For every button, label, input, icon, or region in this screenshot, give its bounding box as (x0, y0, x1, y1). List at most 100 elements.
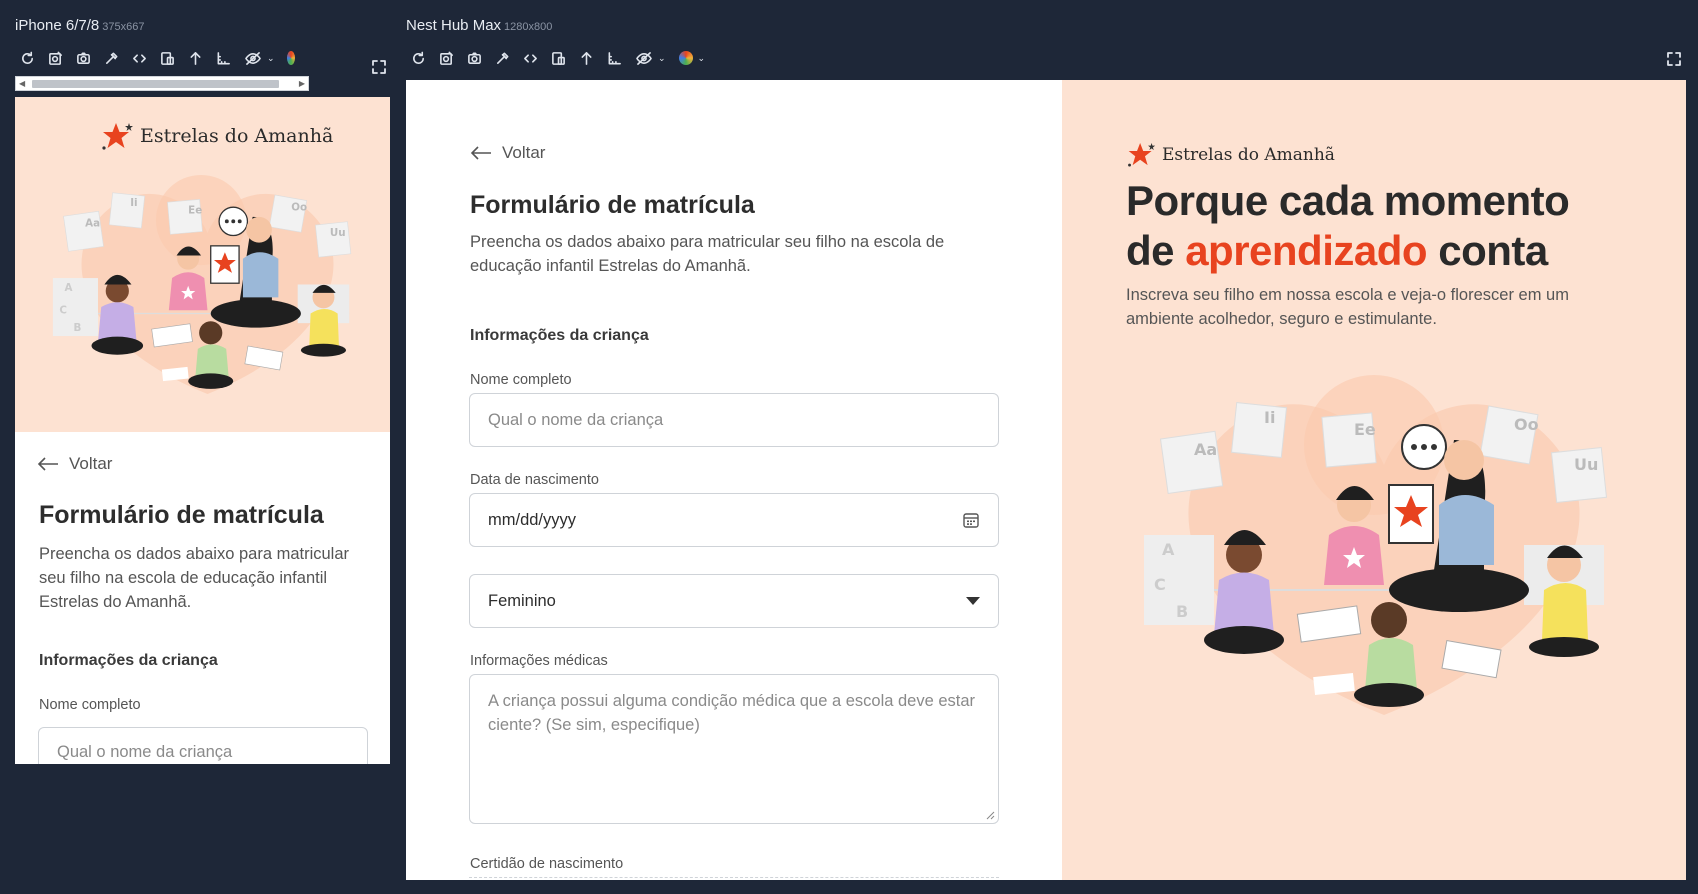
hero-title-segment: conta (1427, 227, 1548, 274)
medical-info-textarea[interactable]: A criança possui alguma condição médica … (469, 674, 999, 824)
page-title: Formulário de matrícula (39, 501, 324, 529)
children-classroom-illustration: Aa Ii Ee Oo Uu A C B (1144, 375, 1608, 715)
back-label: Voltar (502, 143, 546, 162)
block-letter: C (1154, 575, 1166, 594)
medical-placeholder: A criança possui alguma condição médica … (488, 692, 976, 734)
arrow-up-icon[interactable] (187, 50, 203, 66)
expand-icon[interactable] (1666, 51, 1682, 67)
camera-icon[interactable] (75, 50, 91, 66)
scroll-left-icon[interactable]: ◀ (19, 79, 25, 88)
card-letter: Ii (130, 197, 137, 209)
screenshot-edit-icon[interactable] (438, 50, 454, 66)
hero-heading: Porque cada momento de aprendizado conta (1126, 176, 1666, 276)
device-title-iphone: iPhone 6/7/8 375x667 (15, 17, 144, 34)
horizontal-scrollbar[interactable]: ◀ ▶ (15, 76, 309, 91)
refresh-icon[interactable] (19, 50, 35, 66)
device-dims: 1280x800 (504, 21, 553, 33)
star-logo-icon (1128, 143, 1156, 167)
hero-subtitle: Inscreva seu filho em nossa escola e vej… (1126, 286, 1569, 328)
card-letter: Uu (330, 227, 346, 239)
hero-title-segment: de (1126, 227, 1186, 274)
block-letter: B (74, 322, 82, 334)
back-link[interactable]: Voltar (37, 454, 112, 474)
ruler-icon[interactable] (215, 50, 231, 66)
block-letter: A (64, 282, 72, 294)
arrow-up-icon[interactable] (578, 50, 594, 66)
name-label: Nome completo (39, 697, 141, 713)
expand-icon[interactable] (371, 59, 387, 75)
calendar-icon[interactable] (962, 511, 980, 529)
birth-certificate-upload[interactable] (469, 877, 999, 880)
hero-title-line2: de aprendizado conta (1126, 226, 1666, 276)
hero-title-accent: aprendizado (1185, 227, 1428, 274)
color-wheel-icon[interactable] (286, 50, 295, 66)
nest-hub-viewport: Voltar Formulário de matrícula Preencha … (406, 80, 1686, 880)
device-name: Nest Hub Max (406, 17, 502, 34)
scrollbar-thumb[interactable] (32, 80, 279, 88)
device-toolbar-right: ⌄ ⌄ (410, 47, 705, 69)
brand-logo: Estrelas do Amanhã (100, 121, 333, 151)
name-label: Nome completo (470, 372, 572, 388)
brand-logo: Estrelas do Amanhã (1126, 141, 1335, 168)
ruler-icon[interactable] (606, 50, 622, 66)
chevron-down-icon[interactable]: ⌄ (658, 53, 666, 64)
responsive-icon[interactable] (159, 50, 175, 66)
eye-off-icon[interactable] (634, 50, 654, 66)
arrow-left-icon (470, 146, 491, 160)
page-description: Preencha os dados abaixo para matricular… (39, 545, 350, 611)
back-label: Voltar (69, 454, 113, 473)
hero-panel-mobile: Estrelas do Amanhã Aa Ii Ee Oo Uu A C B (15, 97, 390, 432)
back-link[interactable]: Voltar (470, 143, 545, 163)
screenshot-edit-icon[interactable] (47, 50, 63, 66)
child-name-input[interactable]: Qual o nome da criança (469, 393, 999, 447)
hero-panel: Estrelas do Amanhã Porque cada momento d… (1062, 80, 1686, 880)
section-title-child-info: Informações da criança (470, 327, 649, 344)
card-letter: Ee (188, 205, 202, 217)
dob-label: Data de nascimento (470, 472, 599, 488)
dob-placeholder: mm/dd/yyyy (488, 510, 577, 529)
eye-off-icon[interactable] (243, 50, 263, 66)
resize-handle-icon[interactable] (985, 810, 995, 820)
birth-certificate-label: Certidão de nascimento (470, 856, 624, 872)
brand-name: Estrelas do Amanhã (140, 125, 334, 147)
device-name: iPhone 6/7/8 (15, 17, 100, 34)
children-classroom-illustration: Aa Ii Ee Oo Uu A C B (52, 174, 352, 395)
gender-select[interactable]: Feminino (469, 574, 999, 628)
medical-label: Informações médicas (470, 653, 608, 669)
gender-value: Feminino (488, 591, 556, 610)
card-letter: Uu (1574, 455, 1598, 474)
block-letter: B (1176, 602, 1188, 621)
dropdown-arrow-icon (966, 596, 980, 605)
arrow-left-icon (37, 457, 58, 471)
card-letter: Oo (291, 201, 307, 213)
color-wheel-icon[interactable] (678, 50, 694, 66)
responsive-icon[interactable] (550, 50, 566, 66)
device-title-nest-hub: Nest Hub Max 1280x800 (406, 17, 552, 34)
brand-name: Estrelas do Amanhã (1162, 144, 1335, 165)
card-letter: Oo (1514, 415, 1539, 434)
eyedropper-icon[interactable] (494, 50, 510, 66)
code-icon[interactable] (522, 50, 538, 66)
section-title-child-info: Informações da criança (39, 652, 218, 669)
code-icon[interactable] (131, 50, 147, 66)
device-toolbar-left: ⌄ (19, 47, 295, 69)
page-description: Preencha os dados abaixo para matricular… (470, 233, 945, 275)
date-of-birth-input[interactable]: mm/dd/yyyy (469, 493, 999, 547)
device-dims: 375x667 (102, 21, 145, 33)
eyedropper-icon[interactable] (103, 50, 119, 66)
card-letter: Ee (1354, 420, 1376, 439)
chevron-down-icon[interactable]: ⌄ (267, 53, 275, 64)
block-letter: A (1162, 540, 1175, 559)
chevron-down-icon[interactable]: ⌄ (698, 53, 706, 64)
card-letter: Aa (85, 218, 100, 230)
child-name-input[interactable]: Qual o nome da criança (38, 727, 368, 764)
refresh-icon[interactable] (410, 50, 426, 66)
star-logo-icon (102, 123, 133, 150)
block-letter: C (59, 304, 67, 316)
iphone-viewport: Estrelas do Amanhã Aa Ii Ee Oo Uu A C B … (15, 97, 390, 764)
camera-icon[interactable] (466, 50, 482, 66)
card-letter: Ii (1264, 408, 1275, 427)
card-letter: Aa (1194, 440, 1217, 459)
page-title: Formulário de matrícula (470, 191, 755, 219)
scroll-right-icon[interactable]: ▶ (299, 79, 305, 88)
